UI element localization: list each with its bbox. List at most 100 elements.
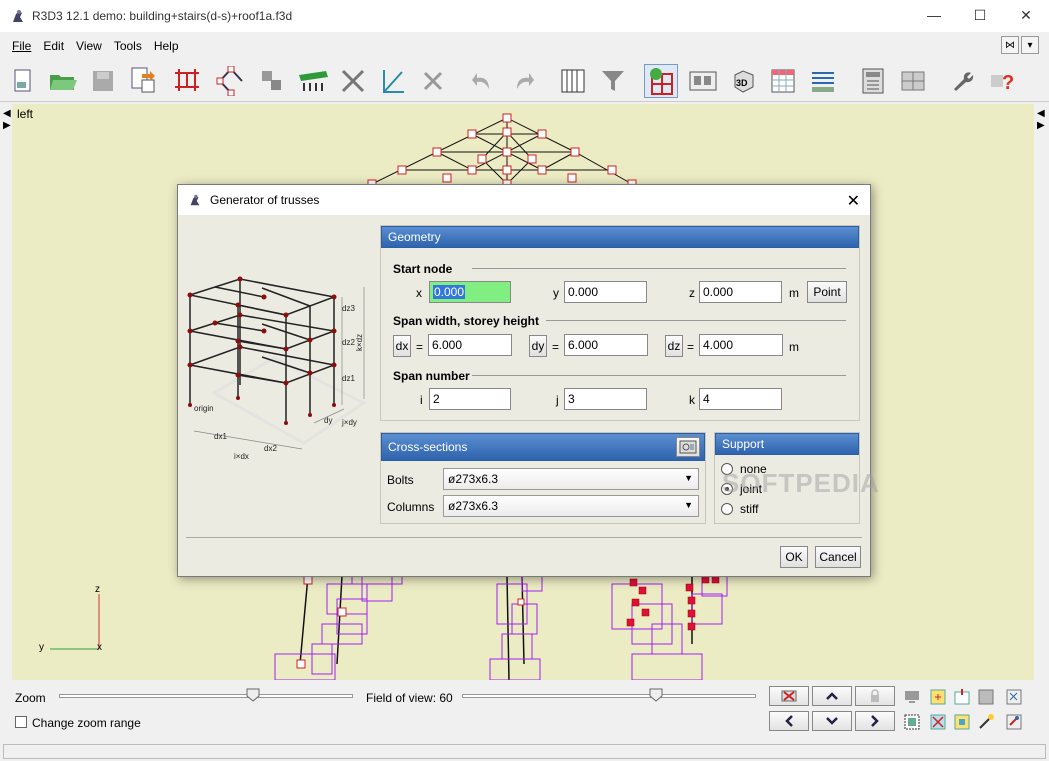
3d-view-icon[interactable]: 3D xyxy=(726,64,760,98)
load-icon[interactable] xyxy=(296,64,330,98)
support-stiff-radio[interactable]: stiff xyxy=(721,502,758,516)
undo-icon[interactable] xyxy=(466,64,500,98)
pan-up-button[interactable] xyxy=(812,686,852,706)
window-title: R3D3 12.1 demo: building+stairs(d-s)+roo… xyxy=(32,9,293,23)
rotate-view-icon[interactable] xyxy=(1004,712,1024,732)
truss-preview-diagram: dz3 dz2 dz1 k×dz origin dy j×dy dx1 dx2 … xyxy=(187,276,367,461)
minimize-button[interactable]: — xyxy=(911,0,957,30)
magic-wand-icon[interactable] xyxy=(976,712,996,732)
label-idx: i×dx xyxy=(234,452,249,461)
dz-input[interactable]: 4.000 xyxy=(699,334,783,356)
dx-button[interactable]: dx xyxy=(393,335,411,357)
cancel-button[interactable]: Cancel xyxy=(815,546,861,568)
menu-tools[interactable]: Tools xyxy=(108,39,148,53)
reset-view-button[interactable] xyxy=(769,686,809,706)
menu-help[interactable]: Help xyxy=(148,39,185,53)
label-dx2: dx2 xyxy=(264,444,277,453)
close-button[interactable]: ✕ xyxy=(1003,0,1049,30)
fov-slider[interactable] xyxy=(462,694,756,698)
add-frame-icon[interactable] xyxy=(170,64,204,98)
menu-file[interactable]: File xyxy=(6,39,37,53)
open-folder-icon[interactable] xyxy=(46,64,80,98)
change-zoom-checkbox[interactable] xyxy=(15,716,27,728)
calculator-icon[interactable] xyxy=(856,64,890,98)
collapse-right-icon[interactable]: ◀ xyxy=(1037,108,1045,119)
app-icon xyxy=(13,10,23,22)
y-start-input[interactable]: 0.000 xyxy=(564,281,647,303)
dy-button[interactable]: dy xyxy=(529,335,547,357)
label-dx1: dx1 xyxy=(214,432,227,441)
point-button[interactable]: Point xyxy=(807,281,847,303)
dialog-close-button[interactable]: ✕ xyxy=(847,191,860,211)
zoom-label: Zoom xyxy=(15,691,46,705)
cross-sections-header: Cross-sections xyxy=(381,433,705,461)
select-frame-icon[interactable] xyxy=(902,712,922,732)
i-input[interactable]: 2 xyxy=(429,388,511,410)
pan-left-button[interactable] xyxy=(769,711,809,731)
section-view-icon[interactable] xyxy=(686,64,720,98)
fit-view-icon[interactable] xyxy=(928,687,948,707)
fov-slider-thumb[interactable] xyxy=(649,688,663,702)
svg-text:3D: 3D xyxy=(736,78,748,88)
expand-right-icon[interactable]: ▶ xyxy=(1037,120,1045,131)
label-dy: dy xyxy=(324,416,332,425)
save-icon[interactable] xyxy=(86,64,120,98)
z-start-input[interactable]: 0.000 xyxy=(699,281,782,303)
geometry-header: Geometry xyxy=(381,226,859,248)
label-dz2: dz2 xyxy=(342,338,355,347)
zoom-slider[interactable] xyxy=(59,694,353,698)
cut-icon[interactable] xyxy=(336,64,370,98)
add-node-icon[interactable] xyxy=(214,64,248,98)
axis-x-label: x xyxy=(97,642,102,653)
new-file-icon[interactable] xyxy=(6,64,40,98)
restore-panel-icon[interactable]: ⋈ xyxy=(1001,36,1019,54)
zoom-window-icon[interactable] xyxy=(952,687,972,707)
deselect-icon[interactable] xyxy=(928,712,948,732)
pan-right-button[interactable] xyxy=(855,711,895,731)
zoom-slider-thumb[interactable] xyxy=(246,688,260,702)
bolts-label: Bolts xyxy=(387,473,414,487)
k-input[interactable]: 4 xyxy=(699,388,782,410)
axis-y-label: y xyxy=(39,642,44,653)
menu-edit[interactable]: Edit xyxy=(37,39,70,53)
filter-icon[interactable] xyxy=(596,64,630,98)
truss-generator-icon[interactable] xyxy=(644,64,678,98)
blocks-icon[interactable] xyxy=(256,64,290,98)
lock-view-button[interactable] xyxy=(855,686,895,706)
menu-view[interactable]: View xyxy=(70,39,108,53)
columns-section-select[interactable]: ø273x6.3 ▼ xyxy=(443,495,699,517)
j-input[interactable]: 3 xyxy=(564,388,647,410)
frame-grid-icon[interactable] xyxy=(896,64,930,98)
table-icon[interactable] xyxy=(766,64,800,98)
grid-icon[interactable] xyxy=(556,64,590,98)
expand-left-icon[interactable]: ▶ xyxy=(3,120,11,131)
redo-icon[interactable] xyxy=(506,64,540,98)
monitor-icon[interactable] xyxy=(902,687,922,707)
dropdown-panel-icon[interactable]: ▾ xyxy=(1021,36,1039,54)
dz-button[interactable]: dz xyxy=(665,335,683,357)
fov-label: Field of view: 60 xyxy=(366,691,453,705)
bolts-section-select[interactable]: ø273x6.3 ▼ xyxy=(443,468,699,490)
x-start-input[interactable]: 0.000 xyxy=(429,281,511,303)
axis-toggle-icon[interactable] xyxy=(1004,687,1024,707)
dx-equals: = xyxy=(416,340,424,354)
collapse-left-icon[interactable]: ◀ xyxy=(3,108,11,119)
delete-icon[interactable] xyxy=(416,64,450,98)
highlight-icon[interactable] xyxy=(952,712,972,732)
radio-stiff-indicator[interactable] xyxy=(721,503,733,515)
pan-down-button[interactable] xyxy=(812,711,852,731)
dy-input[interactable]: 6.000 xyxy=(564,334,648,356)
dx-input[interactable]: 6.000 xyxy=(428,334,512,356)
help-icon[interactable]: ? xyxy=(986,64,1020,98)
maximize-button[interactable]: ☐ xyxy=(957,0,1003,30)
dimension-icon[interactable] xyxy=(376,64,410,98)
dotted-grid-icon[interactable] xyxy=(976,687,996,707)
settings-wrench-icon[interactable] xyxy=(946,64,980,98)
span-unit: m xyxy=(789,340,799,354)
y-label: y xyxy=(553,286,559,300)
ok-button[interactable]: OK xyxy=(780,546,808,568)
list-report-icon[interactable] xyxy=(806,64,840,98)
export-document-icon[interactable] xyxy=(126,64,160,98)
bottom-controls: Zoom Field of view: 60 Change zoom range xyxy=(0,682,1049,742)
section-library-icon[interactable] xyxy=(676,437,700,457)
